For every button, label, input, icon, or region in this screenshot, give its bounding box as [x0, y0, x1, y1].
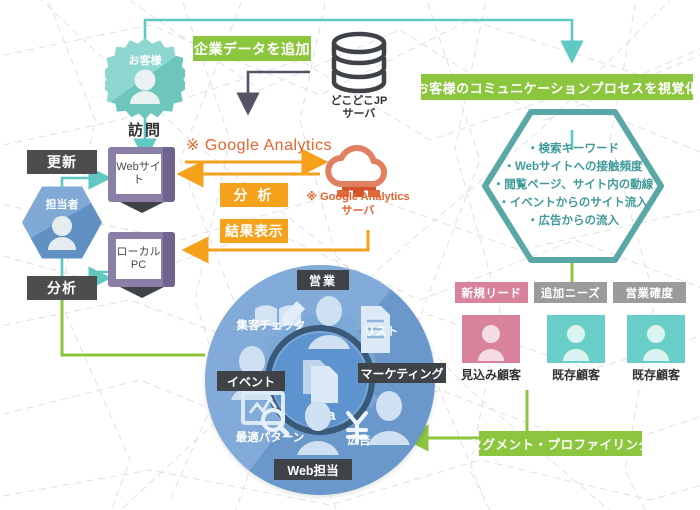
- analyze-label: 分 析: [220, 183, 288, 207]
- customer-person-icon: [130, 69, 160, 104]
- circle-func-acquisition-check: 集客チェック: [236, 320, 306, 332]
- visit-caption: 訪問: [127, 122, 162, 139]
- segment-profiling-label: セグメント・プロファイリング: [470, 431, 651, 456]
- staff-person-icon: [48, 216, 76, 250]
- ga-server-line2: サーバ: [341, 205, 375, 218]
- ga-server-line1: ※ Google Analytics: [306, 191, 410, 203]
- localpc-line2: PC: [130, 259, 147, 271]
- add-company-data-label: 企業データを追加: [193, 36, 311, 61]
- customer-badge: お客様: [105, 38, 185, 118]
- insight-item: ・検索キーワード: [527, 143, 619, 156]
- circle-func-list: リスト: [363, 326, 399, 338]
- monitor-stand: [119, 202, 164, 213]
- server-caption-line1: どこどこJP: [330, 95, 388, 107]
- person-icon: [643, 325, 669, 361]
- circle-chip-sales: 営業: [297, 270, 349, 290]
- customer-existing-2: [627, 315, 685, 363]
- segment-chip-additional-needs: 追加ニーズ: [534, 282, 607, 303]
- result-display-label: 結果表示: [220, 219, 288, 243]
- circle-chip-web: Web担当: [274, 459, 352, 480]
- insights-hexagon: ・検索キーワード ・Webサイトへの接触頻度 ・閲覧ページ、サイト内の動線 ・イ…: [479, 106, 667, 266]
- circle-chip-event: イベント: [217, 371, 285, 391]
- insight-item: ・Webサイトへの接触頻度: [503, 161, 643, 174]
- insights-list: ・検索キーワード ・Webサイトへの接触頻度 ・閲覧ページ、サイト内の動線 ・イ…: [479, 106, 667, 266]
- localpc-monitor-label: ローカル PC: [116, 239, 161, 279]
- insight-item: ・広告からの流入: [527, 214, 619, 227]
- diagram-canvas: お客様 訪問 企業データを追加 どこどこJP サーバ ※ Google Anal…: [0, 0, 700, 510]
- customer-prospect-caption: 見込み顧客: [460, 368, 521, 382]
- segment-chip-new-lead: 新規リード: [455, 282, 528, 303]
- dokodoko-server-caption: どこどこJP サーバ: [312, 95, 406, 121]
- database-icon: [331, 31, 387, 94]
- localpc-line1: ローカル: [116, 246, 161, 259]
- website-monitor-label: Webサイト: [116, 154, 161, 194]
- analysis-label: 分析: [27, 276, 97, 300]
- staff-badge: 担当者: [22, 186, 102, 259]
- customer-prospect: [462, 315, 520, 363]
- visualize-banner: お客様のコミュニケーションプロセスを視覚化: [416, 74, 698, 100]
- ga-server-caption: ※ Google Analytics サーバ: [297, 190, 419, 219]
- customer-existing-2-caption: 既存顧客: [631, 368, 680, 382]
- monitor-bezel-shadow: [163, 232, 175, 287]
- circle-func-optimal-pattern: 最適パターン: [235, 432, 305, 444]
- customer-existing-1-caption: 既存顧客: [551, 368, 600, 382]
- insight-item: ・閲覧ページ、サイト内の動線: [492, 179, 654, 192]
- circle-func-ad: 広告: [347, 435, 371, 447]
- person-icon: [563, 325, 589, 361]
- update-label: 更新: [27, 150, 97, 174]
- dokodoko-server-node: [326, 30, 392, 96]
- diagram-nodes: お客様 訪問 企業データを追加 どこどこJP サーバ ※ Google Anal…: [0, 0, 700, 510]
- person-icon: [478, 325, 504, 361]
- localpc-monitor: ローカル PC: [108, 232, 175, 298]
- monitor-stand: [119, 287, 164, 298]
- segment-chip-sales-accuracy: 営業確度: [613, 282, 686, 303]
- monitor-bezel-shadow: [163, 147, 175, 202]
- server-caption-line2: サーバ: [342, 108, 376, 121]
- insight-item: ・イベントからのサイト流入: [498, 196, 648, 209]
- customer-existing-1: [547, 315, 605, 363]
- circle-chip-marketing: マーケティング: [358, 363, 446, 383]
- website-monitor: Webサイト: [108, 147, 175, 213]
- google-analytics-title: ※ Google Analytics: [186, 137, 333, 154]
